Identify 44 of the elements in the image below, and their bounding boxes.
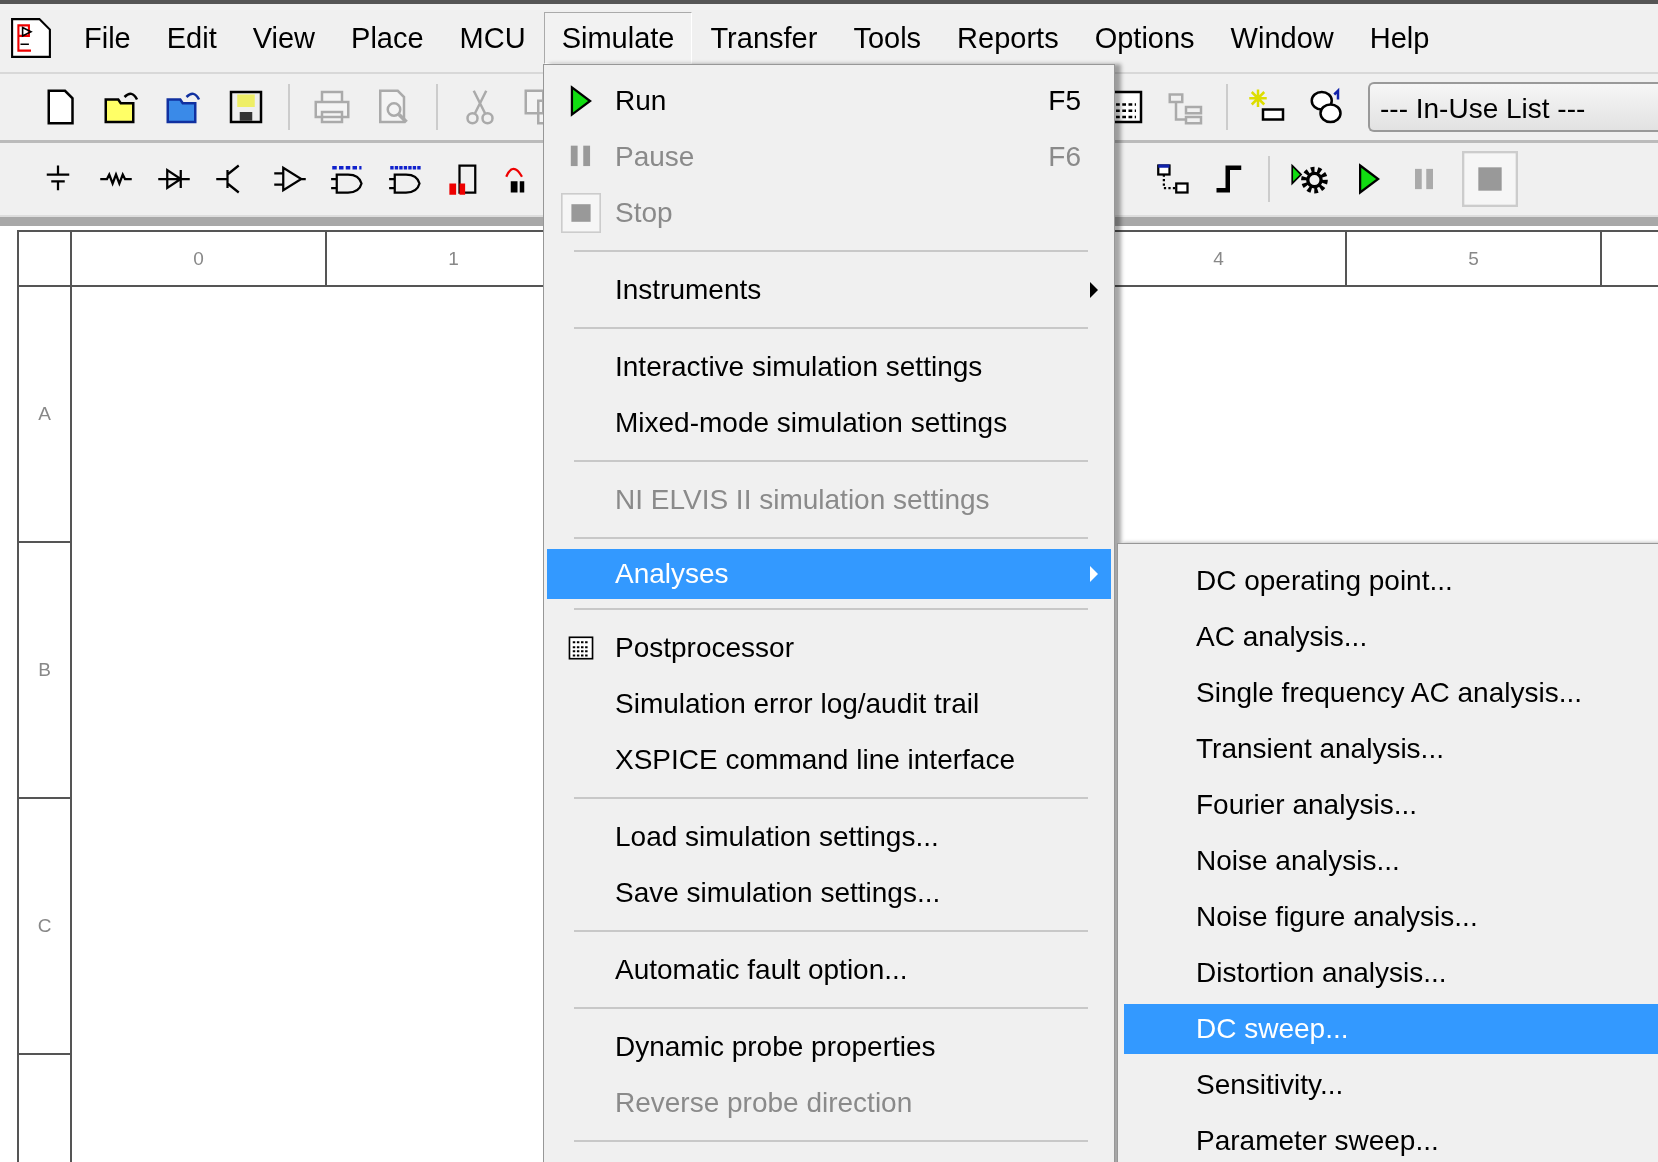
submenu-arrow-icon: [1089, 565, 1099, 583]
stop-icon: [561, 193, 601, 233]
menu-item[interactable]: Run F5: [547, 73, 1111, 129]
stop-icon[interactable]: [1462, 151, 1518, 207]
menu-item[interactable]: Options: [1076, 12, 1213, 64]
ruler-label: A: [19, 287, 72, 543]
menu-item[interactable]: Distortion analysis...: [1124, 945, 1658, 1001]
menu-item[interactable]: Automatic fault option...: [547, 942, 1111, 998]
menu-item[interactable]: Fourier analysis...: [1124, 777, 1658, 833]
hierarchy-icon[interactable]: [1156, 161, 1192, 197]
menu-item[interactable]: Single frequency AC analysis...: [1124, 665, 1658, 721]
menu-item[interactable]: Simulate: [543, 12, 693, 64]
menu-item[interactable]: Simulation error log/audit trail: [547, 676, 1111, 732]
menu-item[interactable]: Reports: [939, 12, 1077, 64]
menu-item[interactable]: Postprocessor: [547, 620, 1111, 676]
menu-item[interactable]: XSPICE command line interface: [547, 732, 1111, 788]
menu-item[interactable]: Save simulation settings...: [547, 865, 1111, 921]
ruler-label: 5: [1347, 232, 1602, 287]
menu-item[interactable]: MCU: [441, 12, 544, 64]
submenu-arrow-icon: [1089, 281, 1099, 299]
menu-item[interactable]: Transient analysis...: [1124, 721, 1658, 777]
menu-item[interactable]: Help: [1351, 12, 1448, 64]
menu-item[interactable]: Dynamic probe properties: [547, 1019, 1111, 1075]
menu-item[interactable]: DC operating point...: [1124, 553, 1658, 609]
menu-item[interactable]: Edit: [148, 12, 235, 64]
menu-item[interactable]: Parameter sweep...: [1124, 1113, 1658, 1162]
menu-item[interactable]: Noise analysis...: [1124, 833, 1658, 889]
menu-item[interactable]: AC analysis...: [1124, 609, 1658, 665]
menu-item[interactable]: Noise figure analysis...: [1124, 889, 1658, 945]
ruler-label: B: [19, 543, 72, 799]
ruler-label: 0: [72, 232, 327, 287]
menu-item[interactable]: Place: [333, 12, 442, 64]
menu-item[interactable]: File: [66, 12, 149, 64]
ruler-label: C: [19, 799, 72, 1055]
app-logo-icon[interactable]: [10, 17, 52, 59]
menu-item[interactable]: Tools: [835, 12, 940, 64]
menu-item[interactable]: Window: [1212, 12, 1352, 64]
menu-item[interactable]: Transfer: [692, 12, 836, 64]
menu-item[interactable]: Load simulation settings...: [547, 809, 1111, 865]
menu-item[interactable]: Interactive simulation settings: [547, 339, 1111, 395]
menu-item[interactable]: Mixed-mode simulation settings: [547, 395, 1111, 451]
menu-item[interactable]: Sensitivity...: [1124, 1057, 1658, 1113]
menu-item[interactable]: View: [234, 12, 334, 64]
in-use-list-dropdown[interactable]: --- In-Use List ---: [1368, 82, 1658, 132]
